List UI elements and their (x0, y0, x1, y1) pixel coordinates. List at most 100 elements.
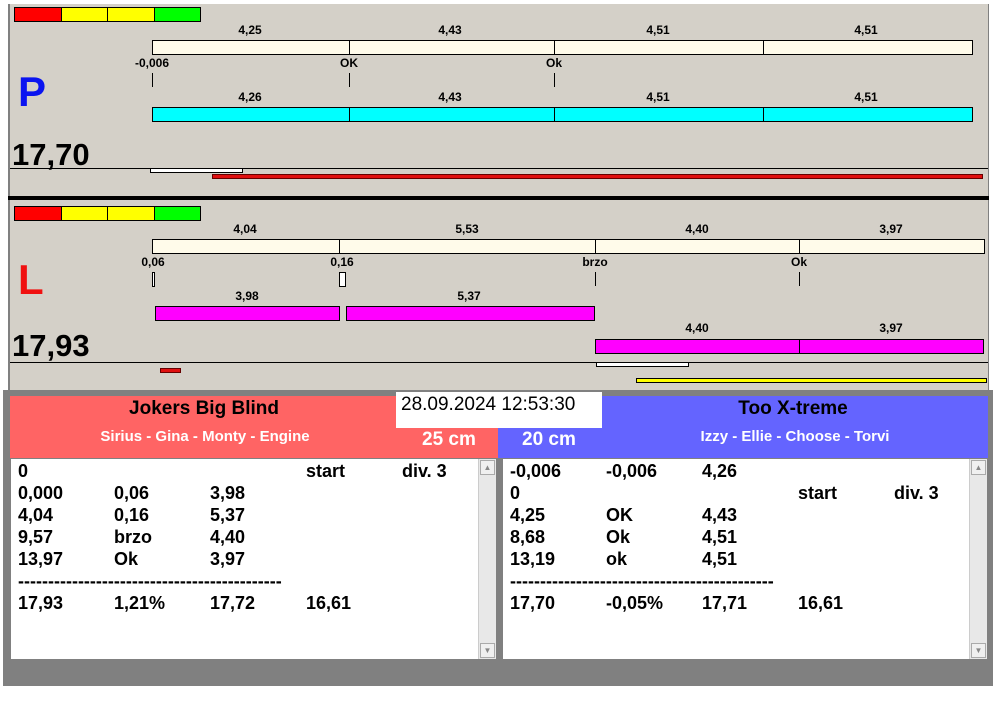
time-bar-1 (152, 239, 985, 254)
mark-label: brzo (582, 255, 608, 269)
total-time: 17,93 (12, 328, 90, 363)
list-cell: -0,006 (510, 461, 562, 481)
datetime-display: 28.09.2024 12:53:30 (396, 392, 602, 428)
bottom-lane-panel: L 4,04 5,53 4,40 3,97 0,06 0,16 brzo Ok … (8, 200, 989, 390)
scroll-down-icon[interactable]: ▼ (971, 643, 986, 658)
divider (10, 362, 988, 363)
segment-label: 4,51 (854, 23, 878, 37)
left-results-list[interactable]: ▲ ▼ 0 start div. 3 0,000 0,06 3,98 4,04 0,16 5,37… (10, 458, 497, 660)
mark-label: Ok (545, 56, 563, 70)
tick (595, 272, 596, 286)
list-cell: 0,000 (18, 483, 64, 503)
segment-label: 5,37 (457, 289, 481, 303)
list-cell: 5,37 (210, 505, 246, 525)
list-cell: 13,97 (18, 549, 64, 569)
segment-label: 4,51 (854, 90, 878, 104)
list-cell: 4,04 (18, 505, 54, 525)
segment-label: 4,40 (685, 222, 709, 236)
list-cell: 0 (510, 483, 521, 503)
list-cell: 1,21% (114, 593, 166, 613)
list-cell: 9,57 (18, 527, 54, 547)
progress-white (150, 168, 243, 173)
tick (554, 73, 555, 87)
status-color-strip (14, 206, 201, 221)
list-cell: 4,40 (210, 527, 246, 547)
list-cell: 3,98 (210, 483, 246, 503)
mark-label: OK (340, 56, 358, 70)
segment-label: 4,51 (646, 90, 670, 104)
lane-letter: P (18, 68, 47, 115)
list-cell: 4,25 (510, 505, 546, 525)
list-cell: div. 3 (894, 483, 939, 503)
segment-label: 3,97 (879, 222, 903, 236)
list-cell: 4,43 (702, 505, 738, 525)
list-cell: 17,72 (210, 593, 256, 613)
list-cell: start (798, 483, 838, 503)
scrollbar[interactable]: ▲ ▼ (478, 459, 496, 659)
segment-label: 4,26 (238, 90, 262, 104)
segment-label: 4,43 (438, 90, 462, 104)
list-cell: 0 (18, 461, 29, 481)
list-cell: 8,68 (510, 527, 546, 547)
list-cell: 13,19 (510, 549, 556, 569)
progress-yellow (636, 378, 987, 383)
progress-white (596, 362, 689, 367)
right-team-members: Izzy - Ellie - Choose - Torvi (700, 428, 890, 445)
left-team-name: Jokers Big Blind (129, 398, 279, 419)
right-results-list[interactable]: ▲ ▼ -0,006 -0,006 4,26 0 start div. 3 4,25 OK 4,4… (502, 458, 988, 660)
list-cell: 16,61 (798, 593, 844, 613)
segment-label: 4,43 (438, 23, 462, 37)
progress-red (212, 174, 983, 179)
list-cell: Ok (606, 527, 631, 547)
list-cell: Ok (114, 549, 139, 569)
scrollbar[interactable]: ▲ ▼ (969, 459, 987, 659)
list-cell: 4,51 (702, 527, 738, 547)
list-cell: -0,006 (606, 461, 658, 481)
tick (799, 272, 800, 286)
time-bar-1 (152, 40, 973, 55)
reaction-box (152, 272, 155, 287)
progress-red (160, 368, 181, 373)
scroll-down-icon[interactable]: ▼ (480, 643, 495, 658)
list-cell: 17,93 (18, 593, 64, 613)
segment-label: 3,97 (879, 321, 903, 335)
mark-label: Ok (790, 255, 808, 269)
list-cell: start (306, 461, 346, 481)
list-cell: 17,71 (702, 593, 748, 613)
segment-label: 4,51 (646, 23, 670, 37)
time-bar-2b (346, 306, 595, 321)
list-cell: ----------------------------------------… (18, 571, 282, 591)
mark-label: 0,16 (330, 255, 354, 269)
list-cell: ok (606, 549, 628, 569)
left-team-members: Sirius - Gina - Monty - Engine (100, 428, 310, 445)
time-bar-2 (152, 107, 973, 122)
scroll-up-icon[interactable]: ▲ (971, 460, 986, 475)
mark-label: -0,006 (134, 56, 170, 70)
list-cell: 0,16 (114, 505, 150, 525)
list-cell: brzo (114, 527, 152, 547)
segment-label: 4,04 (233, 222, 257, 236)
list-cell: 4,51 (702, 549, 738, 569)
left-team-height: 25 cm (422, 429, 476, 450)
right-team-name: Too X-treme (738, 398, 848, 419)
time-bar-2a (155, 306, 340, 321)
list-cell: div. 3 (402, 461, 447, 481)
list-cell: OK (606, 505, 633, 525)
list-cell: 0,06 (114, 483, 150, 503)
reaction-box (339, 272, 346, 287)
scroll-up-icon[interactable]: ▲ (480, 460, 495, 475)
list-cell: 3,97 (210, 549, 246, 569)
list-cell: 17,70 (510, 593, 556, 613)
tick (349, 73, 350, 87)
status-color-strip (14, 7, 201, 22)
segment-label: 3,98 (235, 289, 259, 303)
right-team-height: 20 cm (522, 429, 576, 450)
time-bar-3 (595, 339, 984, 354)
segment-label: 5,53 (455, 222, 479, 236)
list-cell: 16,61 (306, 593, 352, 613)
list-cell: -0,05% (606, 593, 664, 613)
segment-label: 4,40 (685, 321, 709, 335)
list-cell: 4,26 (702, 461, 738, 481)
tick (152, 73, 153, 87)
mark-label: 0,06 (141, 255, 165, 269)
